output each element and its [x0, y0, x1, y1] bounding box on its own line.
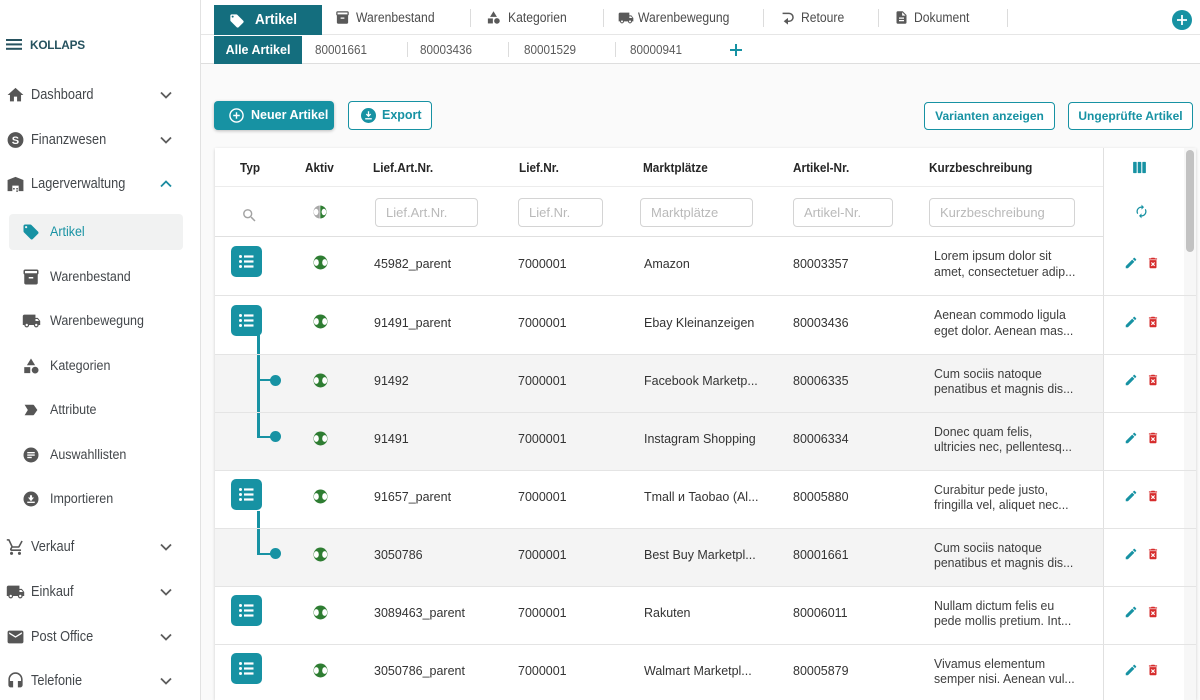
svg-text:S: S	[12, 135, 19, 147]
